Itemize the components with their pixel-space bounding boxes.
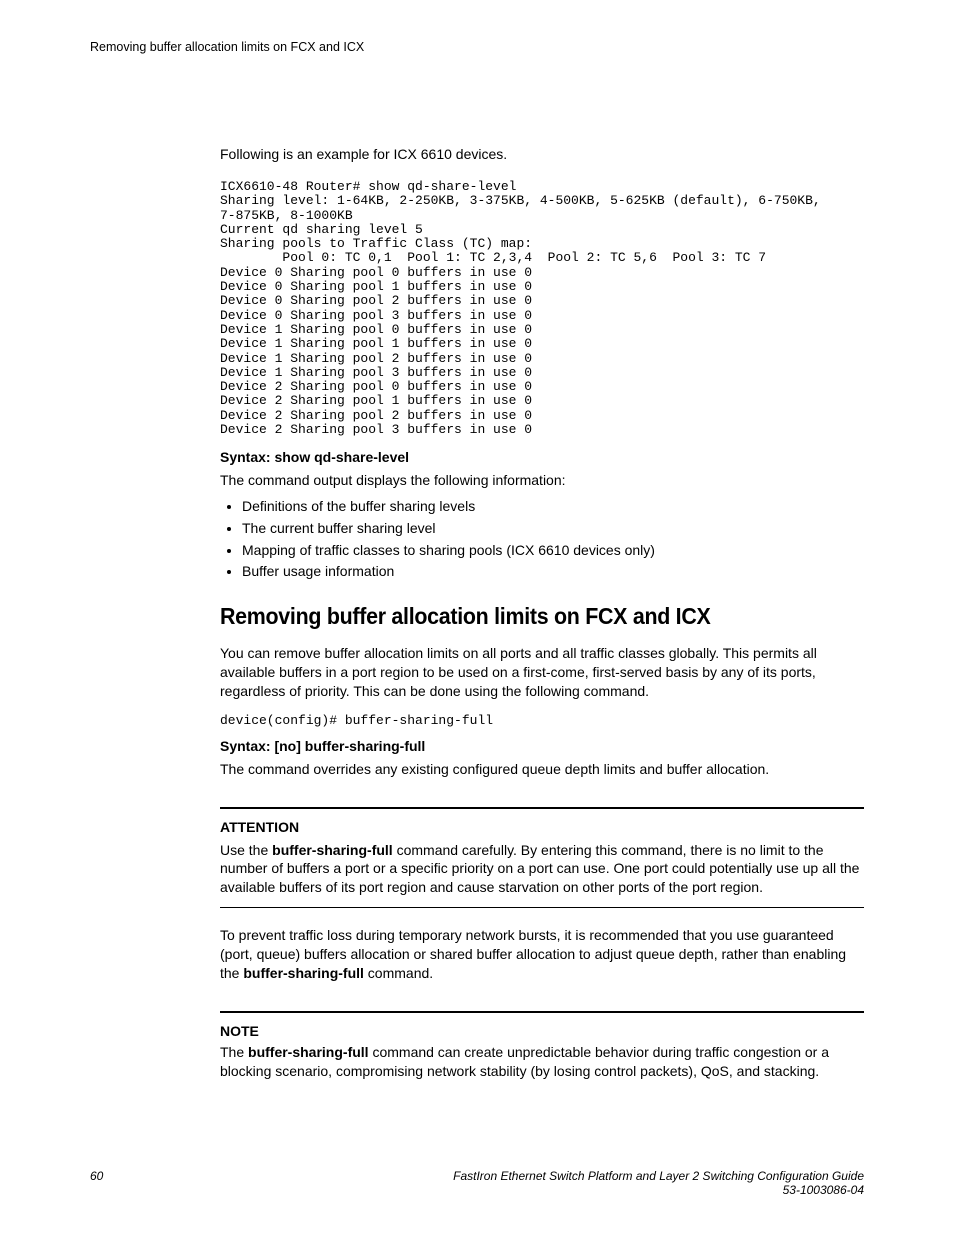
output-bullets: Definitions of the buffer sharing levels… (220, 496, 864, 583)
page-number: 60 (90, 1169, 103, 1183)
bullet-item: Buffer usage information (242, 561, 864, 583)
bold-cmd: buffer-sharing-full (248, 1044, 369, 1060)
bold-cmd: buffer-sharing-full (243, 965, 364, 981)
divider-thin (220, 907, 864, 908)
code-block-show-qd: ICX6610-48 Router# show qd-share-level S… (220, 180, 864, 437)
section2-para3: To prevent traffic loss during temporary… (220, 926, 864, 983)
note-title: NOTE (220, 1023, 864, 1039)
footer-title: FastIron Ethernet Switch Platform and La… (90, 1169, 864, 1183)
attention-body: Use the buffer-sharing-full command care… (220, 841, 864, 898)
attention-title: ATTENTION (220, 819, 864, 835)
divider-thick (220, 1011, 864, 1013)
bullet-item: Mapping of traffic classes to sharing po… (242, 540, 864, 562)
section-heading: Removing buffer allocation limits on FCX… (220, 603, 819, 630)
footer-docnum: 53-1003086-04 (90, 1183, 864, 1197)
divider-thick (220, 807, 864, 809)
text-span: command. (364, 965, 433, 981)
command-buffer-sharing: device(config)# buffer-sharing-full (220, 713, 864, 728)
text-span: Use the (220, 842, 272, 858)
note-body: The buffer-sharing-full command can crea… (220, 1043, 864, 1081)
bullet-item: Definitions of the buffer sharing levels (242, 496, 864, 518)
text-span: The (220, 1044, 248, 1060)
section2-para2: The command overrides any existing confi… (220, 760, 864, 779)
intro-text: Following is an example for ICX 6610 dev… (220, 146, 864, 162)
page-footer: 60 FastIron Ethernet Switch Platform and… (90, 1169, 864, 1197)
section2-para1: You can remove buffer allocation limits … (220, 644, 864, 701)
syntax-line-2: Syntax: [no] buffer-sharing-full (220, 738, 864, 754)
syntax-line-1: Syntax: show qd-share-level (220, 449, 864, 465)
bold-cmd: buffer-sharing-full (272, 842, 393, 858)
output-description: The command output displays the followin… (220, 471, 864, 490)
bullet-item: The current buffer sharing level (242, 518, 864, 540)
running-header: Removing buffer allocation limits on FCX… (90, 40, 864, 54)
